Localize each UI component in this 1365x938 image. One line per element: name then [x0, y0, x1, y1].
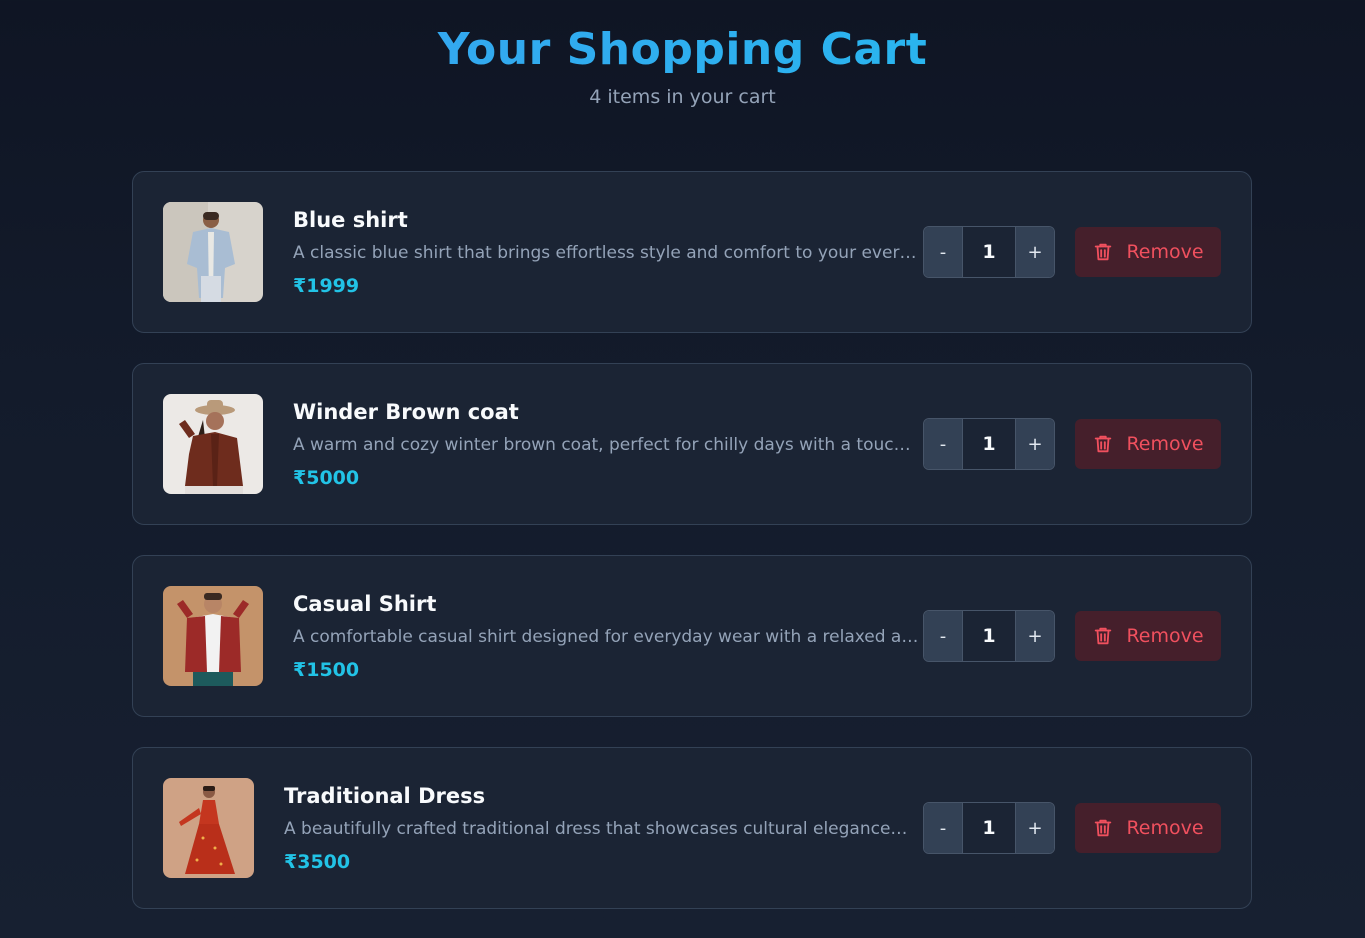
quantity-value: 1	[962, 803, 1016, 853]
remove-button[interactable]: Remove	[1075, 419, 1221, 469]
cart-list: Blue shirt A classic blue shirt that bri…	[132, 171, 1252, 938]
item-description: A comfortable casual shirt designed for …	[293, 627, 919, 647]
product-image[interactable]	[163, 778, 254, 878]
increment-button[interactable]: +	[1016, 419, 1054, 469]
item-description: A beautifully crafted traditional dress …	[284, 819, 910, 839]
product-image[interactable]	[163, 394, 263, 494]
product-photo-blue-shirt	[163, 202, 263, 302]
item-price: ₹1999	[293, 275, 360, 297]
item-info: Winder Brown coat A warm and cozy winter…	[293, 397, 923, 491]
cart-item: Casual Shirt A comfortable casual shirt …	[132, 555, 1252, 717]
item-description: A classic blue shirt that brings effortl…	[293, 243, 919, 263]
quantity-stepper: - 1 +	[923, 226, 1055, 278]
decrement-button[interactable]: -	[924, 227, 962, 277]
cart-header: Your Shopping Cart 4 items in your cart	[0, 0, 1365, 108]
product-photo-traditional-dress	[163, 778, 254, 878]
increment-button[interactable]: +	[1016, 227, 1054, 277]
product-photo-casual-shirt	[163, 586, 263, 686]
cart-item: Traditional Dress A beautifully crafted …	[132, 747, 1252, 909]
trash-icon	[1092, 625, 1114, 647]
quantity-stepper: - 1 +	[923, 418, 1055, 470]
product-image[interactable]	[163, 586, 263, 686]
item-name[interactable]: Blue shirt	[293, 205, 923, 235]
item-info: Casual Shirt A comfortable casual shirt …	[293, 589, 923, 683]
trash-icon	[1092, 433, 1114, 455]
item-count: 4 items in your cart	[589, 86, 776, 108]
item-price: ₹3500	[284, 851, 351, 873]
item-price: ₹1500	[293, 659, 360, 681]
trash-icon	[1092, 817, 1114, 839]
remove-label: Remove	[1126, 241, 1204, 263]
product-image[interactable]	[163, 202, 263, 302]
increment-button[interactable]: +	[1016, 611, 1054, 661]
product-photo-brown-coat	[163, 394, 263, 494]
trash-icon	[1092, 241, 1114, 263]
page-title: Your Shopping Cart	[0, 22, 1365, 78]
item-name[interactable]: Traditional Dress	[284, 781, 923, 811]
item-name[interactable]: Winder Brown coat	[293, 397, 923, 427]
remove-label: Remove	[1126, 817, 1204, 839]
decrement-button[interactable]: -	[924, 419, 962, 469]
item-description: A warm and cozy winter brown coat, perfe…	[293, 435, 919, 455]
cart-item: Blue shirt A classic blue shirt that bri…	[132, 171, 1252, 333]
quantity-value: 1	[962, 419, 1016, 469]
quantity-stepper: - 1 +	[923, 802, 1055, 854]
item-info: Traditional Dress A beautifully crafted …	[284, 781, 923, 875]
remove-button[interactable]: Remove	[1075, 227, 1221, 277]
quantity-value: 1	[962, 227, 1016, 277]
item-price: ₹5000	[293, 467, 360, 489]
decrement-button[interactable]: -	[924, 803, 962, 853]
decrement-button[interactable]: -	[924, 611, 962, 661]
cart-item: Winder Brown coat A warm and cozy winter…	[132, 363, 1252, 525]
increment-button[interactable]: +	[1016, 803, 1054, 853]
item-name[interactable]: Casual Shirt	[293, 589, 923, 619]
remove-button[interactable]: Remove	[1075, 803, 1221, 853]
quantity-stepper: - 1 +	[923, 610, 1055, 662]
remove-label: Remove	[1126, 625, 1204, 647]
remove-label: Remove	[1126, 433, 1204, 455]
remove-button[interactable]: Remove	[1075, 611, 1221, 661]
quantity-value: 1	[962, 611, 1016, 661]
item-info: Blue shirt A classic blue shirt that bri…	[293, 205, 923, 299]
